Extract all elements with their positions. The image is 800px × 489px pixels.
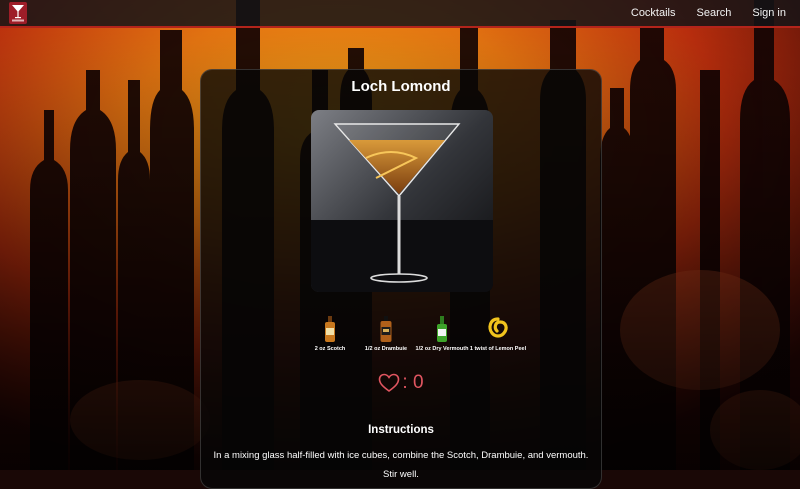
scotch-bottle-icon — [325, 316, 335, 342]
instruction-step: In a mixing glass half-filled with ice c… — [213, 450, 589, 461]
lemon-peel-icon — [488, 317, 508, 338]
likes-row: : 0 — [201, 372, 601, 394]
drambuie-bottle-icon — [380, 316, 392, 342]
ingredient-item: 1/2 oz Dry Vermouth — [413, 316, 471, 353]
nav-link-cocktails[interactable]: Cocktails — [631, 7, 676, 19]
cocktail-photo — [311, 110, 493, 292]
likes-count: : 0 — [402, 372, 424, 393]
cocktail-detail-card: Loch Lomond 2 oz Scotch 1/2 oz Drambuie … — [200, 69, 602, 489]
instructions-heading: Instructions — [368, 424, 434, 436]
cocktail-title: Loch Lomond — [351, 78, 451, 95]
ingredient-item: 1/2 oz Drambuie — [357, 316, 415, 353]
ingredient-label: 2 oz Scotch — [314, 346, 346, 352]
cocktail-glass-icon — [12, 5, 24, 22]
heart-icon[interactable] — [378, 373, 400, 393]
nav-links: Cocktails Search Sign in — [610, 7, 786, 19]
nav-link-sign-in[interactable]: Sign in — [752, 7, 786, 19]
ingredient-item: 1 twist of Lemon Peel — [469, 316, 527, 353]
top-nav-bar: Cocktails Search Sign in — [0, 0, 800, 28]
ingredients-list: 2 oz Scotch 1/2 oz Drambuie 1/2 oz Dry V… — [301, 316, 526, 353]
likes-count-value: 0 — [412, 372, 424, 393]
vermouth-bottle-icon — [437, 316, 447, 342]
ingredient-label: 1 twist of Lemon Peel — [469, 346, 527, 352]
ingredient-label: 1/2 oz Drambuie — [364, 346, 408, 352]
site-logo[interactable] — [9, 2, 27, 24]
ingredient-label: 1/2 oz Dry Vermouth — [415, 346, 469, 352]
nav-link-search[interactable]: Search — [697, 7, 732, 19]
ingredient-item: 2 oz Scotch — [301, 316, 359, 353]
instructions-text: In a mixing glass half-filled with ice c… — [211, 446, 591, 484]
instruction-step: Stir well. — [383, 469, 419, 480]
